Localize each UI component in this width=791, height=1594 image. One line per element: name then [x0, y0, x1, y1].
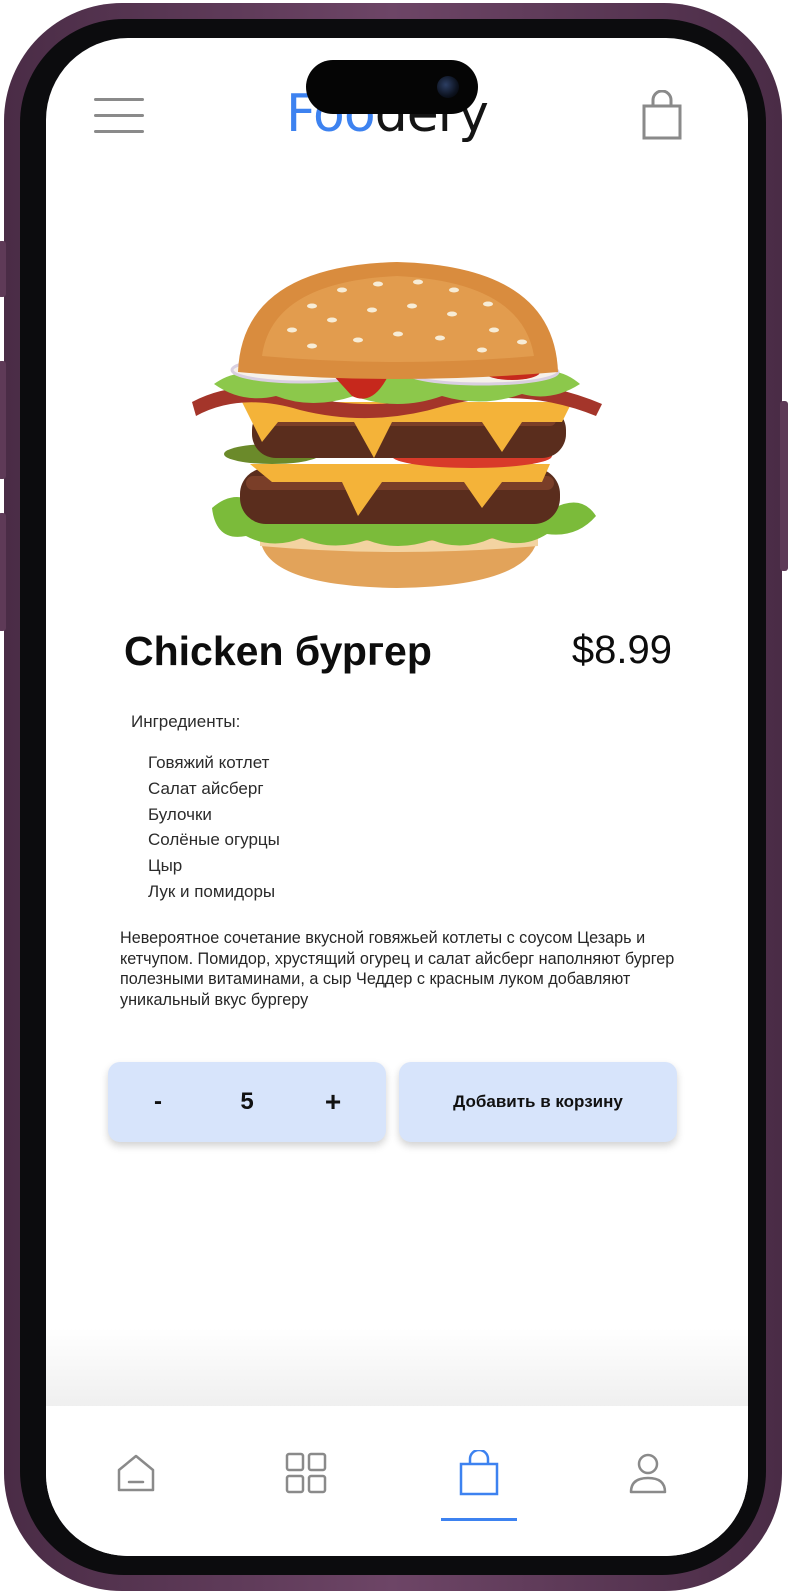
product-description: Невероятное сочетание вкусной говяжьей к… — [120, 929, 675, 1009]
ingredients-list: Говяжий котлет Салат айсберг Булочки Сол… — [148, 750, 280, 905]
quantity-increase-button[interactable]: + — [313, 1062, 353, 1142]
home-icon — [117, 1454, 155, 1492]
quantity-value: 5 — [240, 1088, 254, 1115]
volume-down-button — [0, 513, 6, 631]
app-screen: Foodery Chicken бургер $8.99 Ингредиенты… — [46, 38, 748, 1556]
quantity-stepper: - 5 + — [108, 1062, 386, 1142]
front-camera — [437, 76, 459, 98]
power-button — [780, 401, 788, 571]
volume-up-button — [0, 361, 6, 479]
ingredient-item: Булочки — [148, 804, 212, 824]
bottom-nav — [46, 1406, 748, 1556]
ingredient-item: Цыр — [148, 856, 183, 876]
burger-image — [192, 262, 602, 588]
quantity-decrease-button[interactable]: - — [138, 1062, 178, 1142]
hamburger-menu-icon[interactable] — [94, 96, 146, 136]
nav-cart[interactable] — [449, 1450, 509, 1510]
grid-icon — [285, 1452, 327, 1494]
dynamic-island — [306, 60, 478, 114]
product-price: $8.99 — [571, 628, 672, 672]
add-to-cart-button[interactable]: Добавить в корзину — [399, 1062, 677, 1142]
bag-icon — [459, 1450, 499, 1496]
product-title: Chicken бургер — [124, 628, 432, 674]
nav-active-indicator — [441, 1518, 517, 1521]
ingredient-item: Солёные огурцы — [148, 830, 280, 850]
ingredient-item: Лук и помидоры — [148, 881, 276, 901]
nav-catalog[interactable] — [276, 1450, 336, 1510]
ingredient-item: Говяжий котлет — [148, 753, 270, 772]
ingredient-item: Салат айсберг — [148, 778, 264, 798]
ingredients-heading: Ингредиенты: — [131, 712, 241, 731]
shopping-bag-icon[interactable] — [640, 89, 686, 142]
nav-home[interactable] — [106, 1450, 166, 1510]
nav-profile[interactable] — [618, 1450, 678, 1510]
profile-icon — [629, 1453, 667, 1494]
nav-shadow — [46, 1328, 748, 1408]
action-button — [0, 241, 6, 297]
